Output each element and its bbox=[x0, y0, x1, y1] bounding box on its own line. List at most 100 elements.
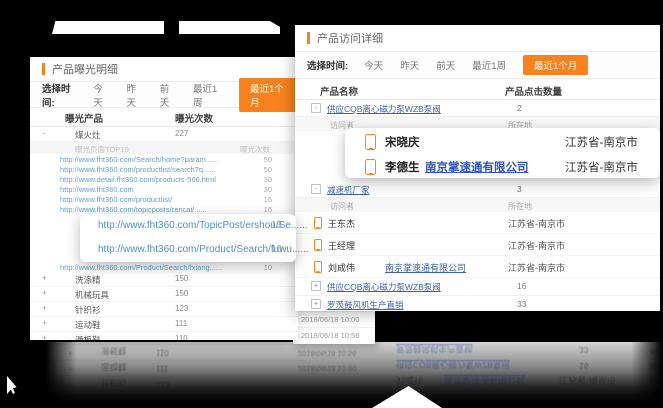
title-accent-bar bbox=[42, 63, 45, 75]
visitor-name: 李德生 bbox=[385, 159, 420, 175]
mouse-cursor-icon bbox=[7, 376, 20, 394]
product-link[interactable]: 罗茨鼓风机生产直销 bbox=[327, 299, 404, 311]
page-url-link[interactable]: http://www.fht360.com/Product/Search/fxi… bbox=[60, 263, 222, 272]
expand-icon[interactable]: + bbox=[40, 303, 49, 313]
mobile-phone-icon bbox=[314, 239, 322, 251]
tab-last-month[interactable]: 最近1个月 bbox=[239, 78, 298, 112]
exposure-count: 110 bbox=[175, 334, 188, 340]
url-row: http://www.fht360.com/productlist/search… bbox=[30, 164, 298, 174]
table-row: - 减速机厂家 3 bbox=[295, 181, 660, 198]
tab-last-week[interactable]: 最近1周 bbox=[472, 58, 506, 72]
tab-yesterday[interactable]: 昨天 bbox=[400, 58, 419, 72]
product-name: 运动鞋 bbox=[75, 319, 101, 331]
col-exposure-count: 曝光次数 bbox=[175, 111, 213, 125]
product-name: 煤火灶 bbox=[75, 129, 101, 141]
click-count: 3 bbox=[517, 184, 522, 194]
visitor-location: 江苏省-南京市 bbox=[508, 239, 565, 252]
table-row: + 洗涤精 150 bbox=[30, 272, 298, 287]
mobile-phone-icon bbox=[365, 159, 376, 175]
page-url-link[interactable]: http://www.fht360.com/topicposts/rencai/… bbox=[60, 205, 207, 214]
time-filter-label: 选择时间: bbox=[307, 58, 348, 72]
visit-timestamp: 2018/06/18 10:00 bbox=[293, 311, 375, 327]
tab-day-before[interactable]: 前天 bbox=[160, 81, 176, 109]
visitor-company-link[interactable]: 南京掌速通有限公司 bbox=[385, 261, 466, 274]
table-row: + 机械玩具 150 bbox=[30, 287, 298, 302]
tab-last-week[interactable]: 最近1周 bbox=[193, 81, 222, 109]
product-name: 针织衫 bbox=[75, 304, 101, 316]
visitor-name: 王经理 bbox=[328, 239, 355, 252]
visitor-row: 刘成伟 南京掌速通有限公司 江苏省-南京市 bbox=[295, 256, 660, 278]
col-click-count: 产品点击数量 bbox=[505, 84, 562, 98]
visitor-location: 江苏省-南京市 bbox=[565, 134, 638, 150]
page-count: 13 bbox=[271, 220, 282, 231]
collapse-icon[interactable]: - bbox=[311, 103, 321, 113]
page-url-link[interactable]: http://www.fht360.com/Search/home?param.… bbox=[60, 155, 218, 164]
exposure-table-header: 曝光产品 曝光次数 bbox=[30, 108, 298, 127]
zoom-callout-visitors: 宋晓庆 江苏省-南京市 李德生 南京掌速通有限公司 江苏省-南京市 bbox=[345, 128, 660, 178]
expand-icon[interactable]: + bbox=[311, 299, 321, 309]
table-row: + 运动鞋 111 bbox=[30, 317, 298, 332]
mobile-phone-icon bbox=[314, 261, 322, 273]
product-link[interactable]: 供应CQB离心磁力泵WZB泵阀 bbox=[327, 281, 441, 293]
url-row: http://www.fht360.com/Product/Search/fuw… bbox=[80, 238, 296, 262]
tab-day-before[interactable]: 前天 bbox=[436, 58, 455, 72]
exposure-panel: 产品曝光明细 选择时间: 今天 昨天 前天 最近1周 最近1个月 曝光产品 曝光… bbox=[30, 57, 298, 340]
exposure-panel-title: 产品曝光明细 bbox=[52, 61, 118, 77]
page-count: 10 bbox=[271, 244, 282, 255]
tab-today[interactable]: 今天 bbox=[93, 81, 109, 109]
visitor-row: 王经理 江苏省-南京市 bbox=[295, 234, 660, 256]
visit-time-filter: 选择时间: 今天 昨天 前天 最近1周 最近1个月 bbox=[295, 52, 660, 79]
product-link[interactable]: 供应CQB离心磁力泵WZB泵阀 bbox=[327, 103, 441, 115]
page-url-link[interactable]: http://www.fht360.com bbox=[60, 185, 134, 194]
expand-icon[interactable]: + bbox=[40, 333, 49, 340]
col-visitor: 访问者 bbox=[330, 201, 354, 212]
exposure-time-filter: 选择时间: 今天 昨天 前天 最近1周 最近1个月 bbox=[30, 82, 298, 108]
page-url-link[interactable]: http://www.fht360.com/productlist/ bbox=[60, 195, 172, 204]
page-count: 50 bbox=[264, 155, 272, 164]
col-location: 所在地 bbox=[508, 201, 532, 212]
col-product-name: 产品名称 bbox=[320, 84, 358, 98]
visitor-location: 江苏省-南京市 bbox=[565, 159, 638, 175]
url-row: http://www.fht360.com/productlist/ 16 bbox=[30, 194, 298, 204]
click-count: 2 bbox=[517, 103, 522, 113]
collapse-icon[interactable]: - bbox=[40, 128, 49, 138]
background-card-edge-2 bbox=[179, 21, 280, 34]
exposure-count: 111 bbox=[175, 319, 187, 328]
tab-today[interactable]: 今天 bbox=[364, 58, 383, 72]
product-link[interactable]: 减速机厂家 bbox=[327, 184, 370, 196]
url-row: http://www.fht360.com/topicposts/rencai/… bbox=[30, 204, 298, 214]
url-row: http://www.fht360.com/Product/Search/fxi… bbox=[30, 262, 298, 272]
visit-panel-title: 产品访问详细 bbox=[317, 30, 383, 46]
time-filter-label: 选择时间: bbox=[42, 81, 77, 109]
title-accent-bar bbox=[307, 32, 310, 44]
col-exposure-product: 曝光产品 bbox=[65, 111, 103, 125]
exposure-count: 150 bbox=[175, 289, 188, 298]
expand-icon[interactable]: + bbox=[40, 288, 49, 298]
page-url-link[interactable]: http://www.detail.fht360.com/products-56… bbox=[60, 175, 216, 184]
table-row: - 煤火灶 227 bbox=[30, 127, 298, 142]
visitor-name: 刘成伟 bbox=[328, 261, 355, 274]
table-row: + 供应CQB离心磁力泵WZB泵阀 16 bbox=[295, 278, 660, 296]
table-row: + 滑板鞋 110 bbox=[30, 332, 298, 340]
page-count: 50 bbox=[264, 165, 272, 174]
expand-icon[interactable]: + bbox=[40, 273, 49, 283]
visitor-company-link[interactable]: 南京掌速通有限公司 bbox=[425, 159, 529, 175]
expand-icon[interactable]: + bbox=[311, 281, 321, 291]
page-count: 10 bbox=[264, 263, 272, 272]
url-row: http://www.detail.fht360.com/products-56… bbox=[30, 174, 298, 184]
tab-last-month[interactable]: 最近1个月 bbox=[523, 55, 588, 75]
table-row: + 罗茨鼓风机生产直销 33 bbox=[295, 296, 660, 311]
table-row: + 针织衫 123 bbox=[30, 302, 298, 317]
url-row: http://www.fht360.com 30 bbox=[30, 184, 298, 194]
reflection-vignette bbox=[46, 342, 662, 408]
visitor-name: 宋晓庆 bbox=[385, 134, 420, 150]
page-url-link[interactable]: http://www.fht360.com/productlist/search… bbox=[60, 165, 216, 174]
tab-yesterday[interactable]: 昨天 bbox=[127, 81, 143, 109]
visitor-row: 宋晓庆 江苏省-南京市 bbox=[345, 128, 660, 153]
collapse-icon[interactable]: - bbox=[311, 184, 321, 194]
page-count: 16 bbox=[264, 205, 272, 214]
product-name: 洗涤精 bbox=[75, 274, 101, 286]
visitor-location: 江苏省-南京市 bbox=[508, 217, 565, 230]
expand-icon[interactable]: + bbox=[40, 318, 49, 328]
mobile-phone-icon bbox=[365, 134, 376, 150]
